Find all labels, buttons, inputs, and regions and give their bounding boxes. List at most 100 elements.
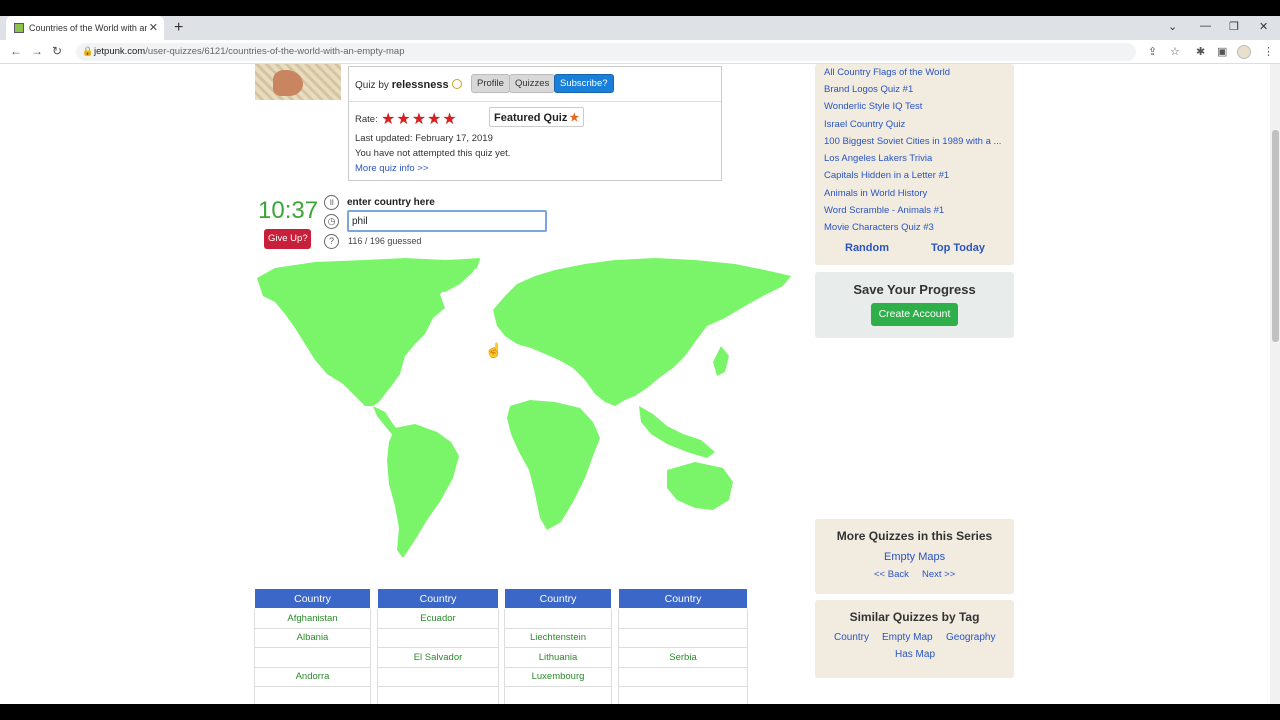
related-quiz-link[interactable]: Los Angeles Lakers Trivia bbox=[824, 153, 932, 164]
pause-icon[interactable]: ॥ bbox=[324, 195, 339, 210]
answer-cell: Andorra bbox=[254, 666, 371, 687]
url-host: jetpunk.com bbox=[94, 46, 146, 57]
side-panel-icon[interactable]: ▣ bbox=[1217, 45, 1227, 58]
info-divider bbox=[349, 101, 721, 102]
tag-link[interactable]: Country bbox=[834, 632, 869, 643]
attempt-status: You have not attempted this quiz yet. bbox=[355, 148, 511, 159]
subscribe-button[interactable]: Subscribe? bbox=[554, 74, 614, 93]
answer-cell: El Salvador bbox=[377, 647, 499, 668]
restore-icon[interactable]: ❐ bbox=[1229, 20, 1239, 33]
table-header: Country bbox=[504, 588, 612, 609]
series-box: More Quizzes in this Series Empty Maps <… bbox=[815, 519, 1014, 594]
answer-cell bbox=[504, 686, 612, 704]
answer-cell bbox=[377, 627, 499, 648]
url-field[interactable]: 🔒 jetpunk.com/user-quizzes/6121/countrie… bbox=[76, 43, 1136, 61]
close-window-icon[interactable]: ✕ bbox=[1259, 20, 1268, 33]
series-back-link[interactable]: << Back bbox=[874, 569, 909, 580]
answer-cell bbox=[618, 608, 748, 629]
rate-label: Rate: bbox=[355, 114, 378, 125]
rating-stars[interactable]: ★★★★★ bbox=[381, 109, 458, 129]
help-icon[interactable]: ? bbox=[324, 234, 339, 249]
page-content: Quiz by relessness Profile Quizzes Subsc… bbox=[0, 64, 1270, 704]
answers-table-col-4: Country Serbia bbox=[618, 588, 748, 704]
series-link[interactable]: Empty Maps bbox=[884, 551, 945, 563]
related-quiz-link[interactable]: Israel Country Quiz bbox=[824, 119, 905, 130]
tab-bar: Countries of the World with an E ✕ + ⌄ —… bbox=[0, 16, 1280, 40]
bookmark-star-icon[interactable]: ☆ bbox=[1170, 45, 1180, 58]
share-icon[interactable]: ⇪ bbox=[1148, 45, 1157, 58]
answer-cell bbox=[618, 686, 748, 704]
series-next-link[interactable]: Next >> bbox=[922, 569, 955, 580]
australia-shape bbox=[667, 462, 733, 510]
quiz-author-line: Quiz by relessness bbox=[355, 79, 462, 91]
minimize-icon[interactable]: — bbox=[1200, 20, 1211, 32]
answer-cell bbox=[254, 686, 371, 704]
save-progress-title: Save Your Progress bbox=[853, 282, 976, 297]
create-account-button[interactable]: Create Account bbox=[871, 303, 958, 326]
hand-cursor-icon: ☝ bbox=[485, 342, 503, 358]
map-thumbnail-landmass bbox=[273, 70, 303, 96]
tab-search-icon[interactable]: ⌄ bbox=[1168, 20, 1177, 33]
give-up-button[interactable]: Give Up? bbox=[264, 229, 311, 249]
quizzes-button[interactable]: Quizzes bbox=[509, 74, 556, 93]
table-header: Country bbox=[618, 588, 748, 609]
south-america-shape bbox=[387, 424, 459, 558]
related-quiz-link[interactable]: Brand Logos Quiz #1 bbox=[824, 84, 913, 95]
forward-icon[interactable]: → bbox=[31, 44, 43, 58]
answers-table-col-2: Country Ecuador El Salvador bbox=[377, 588, 499, 704]
profile-avatar-icon[interactable] bbox=[1237, 45, 1251, 59]
related-quiz-link[interactable]: Animals in World History bbox=[824, 188, 927, 199]
browser-chrome: Countries of the World with an E ✕ + ⌄ —… bbox=[0, 16, 1280, 64]
related-quiz-link[interactable]: 100 Biggest Soviet Cities in 1989 with a… bbox=[824, 136, 1001, 147]
top-today-link[interactable]: Top Today bbox=[931, 242, 985, 254]
series-title: More Quizzes in this Series bbox=[836, 529, 993, 543]
related-quiz-link[interactable]: All Country Flags of the World bbox=[824, 67, 950, 78]
eurasia-shape bbox=[493, 258, 791, 406]
quiz-timer: 10:37 bbox=[258, 197, 319, 224]
menu-kebab-icon[interactable]: ⋮ bbox=[1263, 45, 1274, 58]
author-name[interactable]: relessness bbox=[392, 79, 449, 91]
guessed-count: 116 / 196 guessed bbox=[348, 236, 422, 246]
tab-title: Countries of the World with an E bbox=[29, 23, 147, 33]
answer-cell bbox=[618, 627, 748, 648]
tag-link[interactable]: Geography bbox=[946, 632, 995, 643]
active-tab[interactable]: Countries of the World with an E ✕ bbox=[6, 16, 164, 40]
similar-tags-title: Similar Quizzes by Tag bbox=[849, 610, 980, 624]
related-quiz-link[interactable]: Capitals Hidden in a Letter #1 bbox=[824, 170, 949, 181]
scrollbar-thumb[interactable] bbox=[1272, 130, 1279, 342]
back-icon[interactable]: ← bbox=[10, 44, 22, 58]
answer-cell: Lithuania bbox=[504, 647, 612, 668]
related-quiz-link[interactable]: Wonderlic Style IQ Test bbox=[824, 101, 922, 112]
africa-shape bbox=[507, 400, 600, 530]
clock-icon[interactable]: ◷ bbox=[324, 214, 339, 229]
close-tab-icon[interactable]: ✕ bbox=[149, 21, 158, 34]
table-header: Country bbox=[254, 588, 371, 609]
similar-tags-box: Similar Quizzes by Tag Country Empty Map… bbox=[815, 600, 1014, 678]
quiz-thumbnail bbox=[255, 64, 341, 100]
answer-input[interactable] bbox=[347, 210, 547, 232]
featured-label: Featured Quiz bbox=[494, 112, 568, 124]
southeast-asia-shape bbox=[639, 406, 715, 458]
tag-link[interactable]: Has Map bbox=[895, 649, 935, 660]
table-header: Country bbox=[377, 588, 499, 609]
reload-icon[interactable]: ↻ bbox=[52, 44, 62, 58]
answer-cell bbox=[618, 666, 748, 687]
answer-cell: Liechtenstein bbox=[504, 627, 612, 648]
more-quiz-info-link[interactable]: More quiz info >> bbox=[355, 163, 428, 174]
profile-button[interactable]: Profile bbox=[471, 74, 510, 93]
extensions-icon[interactable]: ✱ bbox=[1196, 45, 1205, 58]
address-bar-row: ← → ↻ 🔒 jetpunk.com/user-quizzes/6121/co… bbox=[0, 40, 1280, 64]
quiz-info-box: Quiz by relessness Profile Quizzes Subsc… bbox=[348, 66, 722, 181]
new-tab-icon[interactable]: + bbox=[174, 19, 183, 37]
world-map[interactable] bbox=[255, 256, 795, 561]
random-link[interactable]: Random bbox=[845, 242, 889, 254]
tag-link[interactable]: Empty Map bbox=[882, 632, 933, 643]
page-scrollbar[interactable] bbox=[1270, 64, 1280, 704]
save-progress-box: Save Your Progress Create Account bbox=[815, 272, 1014, 338]
answers-table-col-1: Country Afghanistan Albania Andorra bbox=[254, 588, 371, 704]
answer-cell: Serbia bbox=[618, 647, 748, 668]
last-updated: Last updated: February 17, 2019 bbox=[355, 133, 493, 144]
related-quiz-link[interactable]: Movie Characters Quiz #3 bbox=[824, 222, 934, 233]
url-path: /user-quizzes/6121/countries-of-the-worl… bbox=[145, 46, 405, 57]
related-quiz-link[interactable]: Word Scramble - Animals #1 bbox=[824, 205, 944, 216]
